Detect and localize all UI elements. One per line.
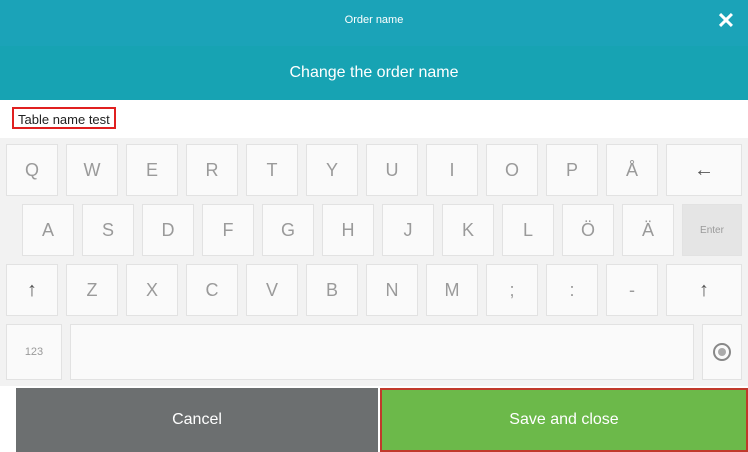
key-dash[interactable]: -: [606, 264, 658, 316]
key-z[interactable]: Z: [66, 264, 118, 316]
key-p[interactable]: P: [546, 144, 598, 196]
key-a[interactable]: A: [22, 204, 74, 256]
key-l[interactable]: L: [502, 204, 554, 256]
key-q[interactable]: Q: [6, 144, 58, 196]
cancel-button[interactable]: Cancel: [16, 388, 378, 452]
key-m[interactable]: M: [426, 264, 478, 316]
key-h[interactable]: H: [322, 204, 374, 256]
key-g[interactable]: G: [262, 204, 314, 256]
key-n[interactable]: N: [366, 264, 418, 316]
key-v[interactable]: V: [246, 264, 298, 316]
save-and-close-button[interactable]: Save and close: [380, 388, 748, 452]
key-k[interactable]: K: [442, 204, 494, 256]
key-u[interactable]: U: [366, 144, 418, 196]
space-key[interactable]: [70, 324, 694, 380]
close-icon[interactable]: ✕: [714, 9, 738, 33]
key-o-umlaut[interactable]: Ö: [562, 204, 614, 256]
key-x[interactable]: X: [126, 264, 178, 316]
key-d[interactable]: D: [142, 204, 194, 256]
dialog-titlebar: Order name ✕: [0, 0, 748, 46]
key-c[interactable]: C: [186, 264, 238, 316]
circle-icon: [713, 343, 731, 361]
shift-left-key[interactable]: ↑: [6, 264, 58, 316]
key-y[interactable]: Y: [306, 144, 358, 196]
backspace-key[interactable]: ←: [666, 144, 742, 196]
key-o[interactable]: O: [486, 144, 538, 196]
dialog-subtitle: Change the order name: [0, 46, 748, 100]
key-colon[interactable]: :: [546, 264, 598, 316]
dialog-footer: Cancel Save and close: [0, 388, 748, 452]
key-semicolon[interactable]: ;: [486, 264, 538, 316]
shift-right-key[interactable]: ↑: [666, 264, 742, 316]
key-w[interactable]: W: [66, 144, 118, 196]
key-e[interactable]: E: [126, 144, 178, 196]
on-screen-keyboard: Q W E R T Y U I O P Å ← A S D F G H J K …: [0, 138, 748, 386]
dialog-title: Order name: [344, 14, 404, 26]
key-b[interactable]: B: [306, 264, 358, 316]
key-t[interactable]: T: [246, 144, 298, 196]
order-name-row: Table name test: [0, 100, 748, 138]
enter-key[interactable]: Enter: [682, 204, 742, 256]
keyboard-settings-key[interactable]: [702, 324, 742, 380]
key-i[interactable]: I: [426, 144, 478, 196]
key-a-umlaut[interactable]: Ä: [622, 204, 674, 256]
key-s[interactable]: S: [82, 204, 134, 256]
key-a-ring[interactable]: Å: [606, 144, 658, 196]
key-f[interactable]: F: [202, 204, 254, 256]
order-name-input[interactable]: Table name test: [12, 107, 116, 129]
key-r[interactable]: R: [186, 144, 238, 196]
key-j[interactable]: J: [382, 204, 434, 256]
numbers-key[interactable]: 123: [6, 324, 62, 380]
